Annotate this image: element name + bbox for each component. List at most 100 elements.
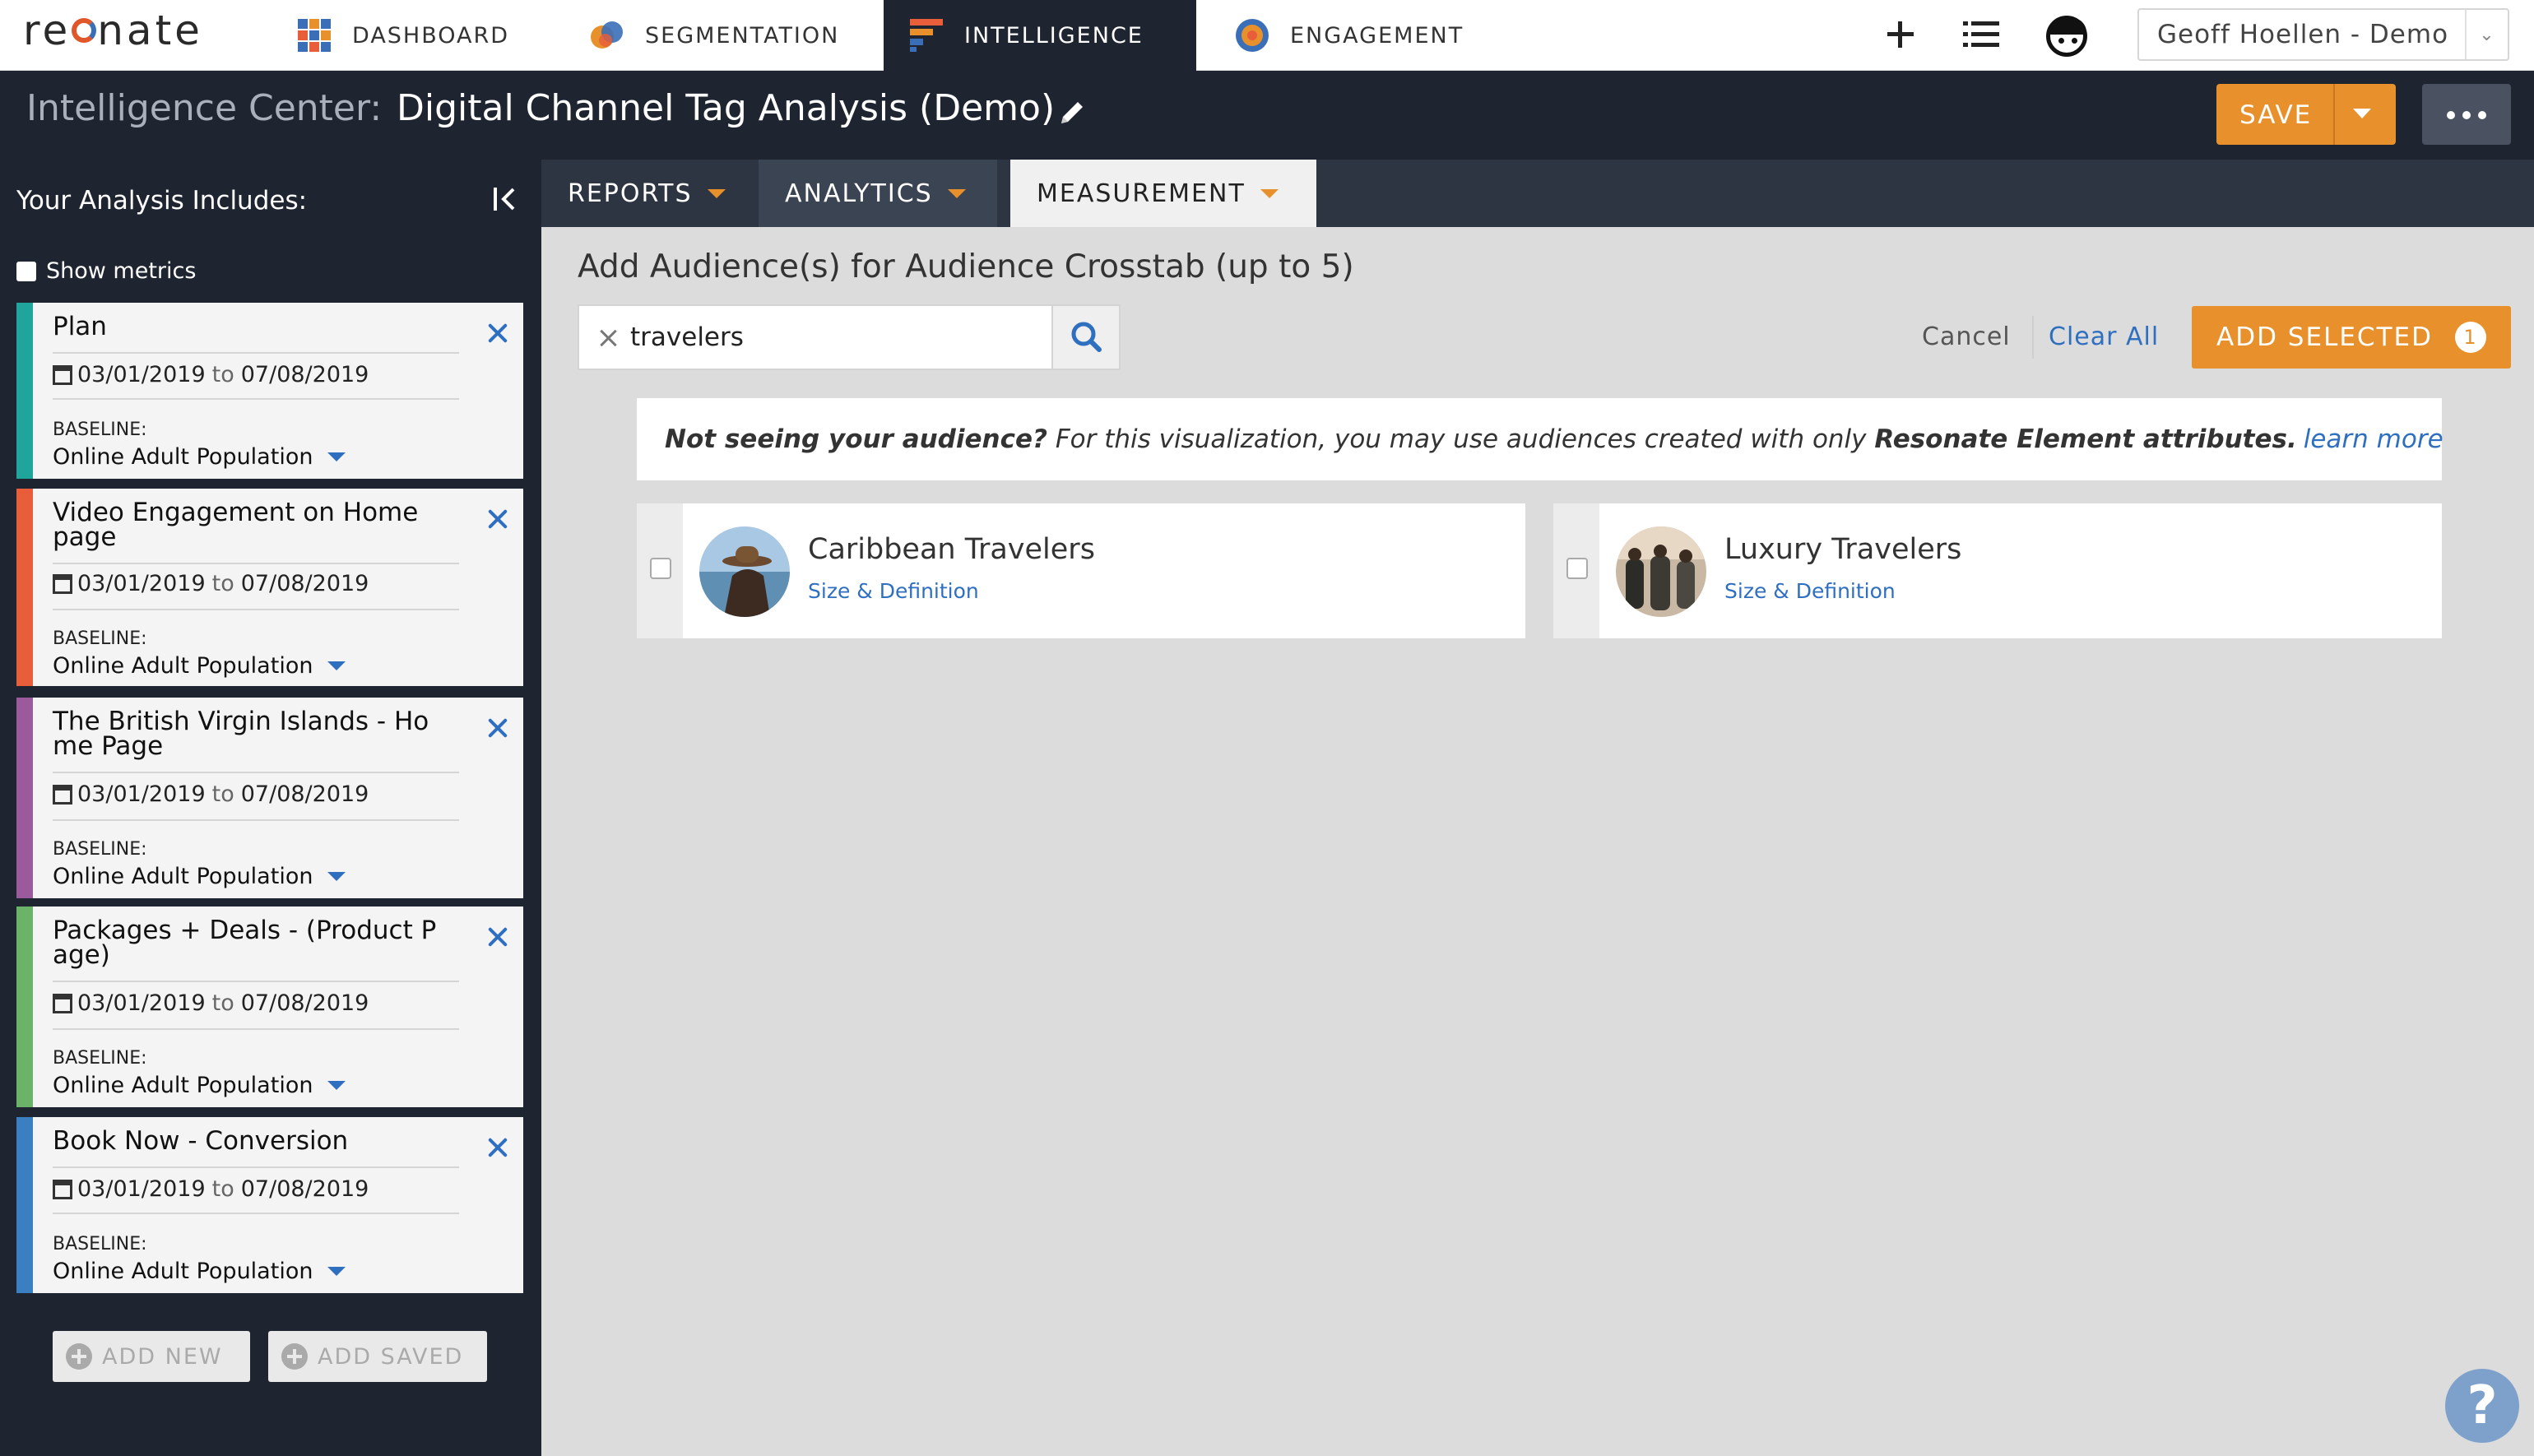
card-date-range[interactable]: 03/01/2019 to 07/08/2019 [53,990,369,1016]
card-date-range[interactable]: 03/01/2019 to 07/08/2019 [53,571,369,596]
baseline-select[interactable]: Online Adult Population [53,653,346,679]
add-saved-label: ADD SAVED [318,1343,464,1370]
subtab-analytics[interactable]: ANALYTICS [759,160,997,227]
search-input[interactable]: travelers [630,322,744,352]
list-icon[interactable] [1963,21,1999,48]
audience-card-caribbean-travelers[interactable]: Caribbean Travelers Size & Definition [637,503,1525,638]
show-metrics-toggle[interactable]: Show metrics [16,258,196,284]
card-color-bar [16,489,33,686]
end-date: 07/08/2019 [240,1176,369,1202]
nav-tab-label: ENGAGEMENT [1290,22,1464,49]
audience-search: travelers [578,304,1121,370]
notice-lead: Not seeing your audience? [665,424,1047,454]
analysis-card-packages-deals[interactable]: Packages + Deals - (Product P age) 03/01… [16,907,523,1107]
subtab-label: REPORTS [568,179,693,208]
add-new-button[interactable]: ADD NEW [53,1331,250,1382]
end-date: 07/08/2019 [240,781,369,807]
subtab-reports[interactable]: REPORTS [541,160,757,227]
card-date-range[interactable]: 03/01/2019 to 07/08/2019 [53,362,369,387]
calendar-icon [53,993,72,1013]
clear-all-link[interactable]: Clear All [2049,322,2159,351]
nav-tab-segmentation[interactable]: SEGMENTATION [564,0,861,71]
audience-checkbox[interactable] [650,558,671,579]
add-saved-button[interactable]: ADD SAVED [268,1331,487,1382]
help-button[interactable]: ? [2445,1369,2519,1443]
more-options-button[interactable] [2422,84,2511,145]
nav-tab-engagement[interactable]: ENGAGEMENT [1209,0,1506,71]
close-icon[interactable] [485,507,510,531]
audience-card-luxury-travelers[interactable]: Luxury Travelers Size & Definition [1553,503,2442,638]
audience-checkbox[interactable] [1566,558,1588,579]
section-label: Intelligence Center: [26,87,383,129]
dropdown-caret-icon [707,188,726,198]
add-selected-label: ADD SELECTED [2216,322,2433,352]
divider [53,1166,459,1168]
checkbox-column [637,503,683,638]
nav-tab-label: INTELLIGENCE [964,22,1144,49]
add-selected-button[interactable]: ADD SELECTED 1 [2192,306,2511,369]
clear-search-icon[interactable] [594,322,624,352]
card-title: The British Virgin Islands - Ho me Page [53,707,429,761]
card-date-range[interactable]: 03/01/2019 to 07/08/2019 [53,1176,369,1202]
end-date: 07/08/2019 [240,362,369,387]
save-button[interactable]: SAVE [2216,84,2396,145]
search-button[interactable] [1051,306,1119,369]
close-icon[interactable] [485,1135,510,1160]
collapse-sidebar-icon[interactable] [490,184,520,214]
date-to-label: to [211,571,234,596]
baseline-select[interactable]: Online Adult Population [53,864,346,889]
audience-avatar [1616,526,1706,617]
analysis-card-plan[interactable]: Plan 03/01/2019 to 07/08/2019 BASELINE: … [16,303,523,479]
close-icon[interactable] [485,321,510,345]
logo-prefix: re [23,7,72,54]
cancel-link[interactable]: Cancel [1922,322,2011,351]
plus-circle-icon [281,1343,308,1370]
divider [53,563,459,564]
size-definition-link[interactable]: Size & Definition [808,579,979,603]
save-dropdown-caret-icon[interactable] [2353,109,2371,118]
add-new-label: ADD NEW [102,1343,223,1370]
user-account-select[interactable]: Geoff Hoellen - Demo ⌄ [2137,8,2509,61]
baseline-label: BASELINE: [53,1234,147,1254]
subtab-measurement[interactable]: MEASUREMENT [1010,160,1316,227]
notice-bold: Resonate Element attributes. [1874,424,2297,454]
show-metrics-checkbox[interactable] [16,261,36,281]
top-navigation: re nate DASHBOARD SEGMENTATION INTELLIGEN… [0,0,2534,71]
baseline-value: Online Adult Population [53,444,313,470]
subtab-label: MEASUREMENT [1037,179,1246,208]
dashboard-grid-icon [296,17,332,53]
baseline-value: Online Adult Population [53,1073,313,1098]
analysis-card-book-now[interactable]: Book Now - Conversion 03/01/2019 to 07/0… [16,1117,523,1293]
start-date: 03/01/2019 [77,781,206,807]
baseline-select[interactable]: Online Adult Population [53,1073,346,1098]
start-date: 03/01/2019 [77,990,206,1016]
analysis-card-bvi-home-page[interactable]: The British Virgin Islands - Ho me Page … [16,698,523,898]
edit-pencil-icon[interactable] [1058,99,1086,127]
nav-tab-intelligence[interactable]: INTELLIGENCE [884,0,1196,71]
save-divider [2333,84,2335,145]
calendar-icon [53,784,72,805]
user-avatar-icon[interactable] [2046,16,2087,57]
close-icon[interactable] [485,716,510,740]
baseline-select[interactable]: Online Adult Population [53,1259,346,1284]
sidebar-heading: Your Analysis Includes: [16,186,308,216]
card-date-range[interactable]: 03/01/2019 to 07/08/2019 [53,781,369,807]
nav-tab-dashboard[interactable]: DASHBOARD [272,0,543,71]
card-color-bar [16,303,33,479]
analysis-card-video-engagement[interactable]: Video Engagement on Home page 03/01/2019… [16,489,523,686]
plus-icon[interactable] [1884,18,1917,51]
baseline-select[interactable]: Online Adult Population [53,444,346,470]
divider [53,1028,459,1030]
start-date: 03/01/2019 [77,571,206,596]
learn-more-link[interactable]: learn more [2304,424,2444,454]
resonate-logo[interactable]: re nate [23,7,203,54]
dropdown-caret-icon [1260,188,1279,198]
show-metrics-label: Show metrics [46,258,197,284]
start-date: 03/01/2019 [77,1176,206,1202]
size-definition-link[interactable]: Size & Definition [1724,579,1896,603]
close-icon[interactable] [485,925,510,949]
audience-name: Caribbean Travelers [808,533,1095,566]
dropdown-caret-icon [327,661,346,670]
segmentation-circles-icon [589,17,625,53]
dropdown-caret-icon [327,1267,346,1276]
